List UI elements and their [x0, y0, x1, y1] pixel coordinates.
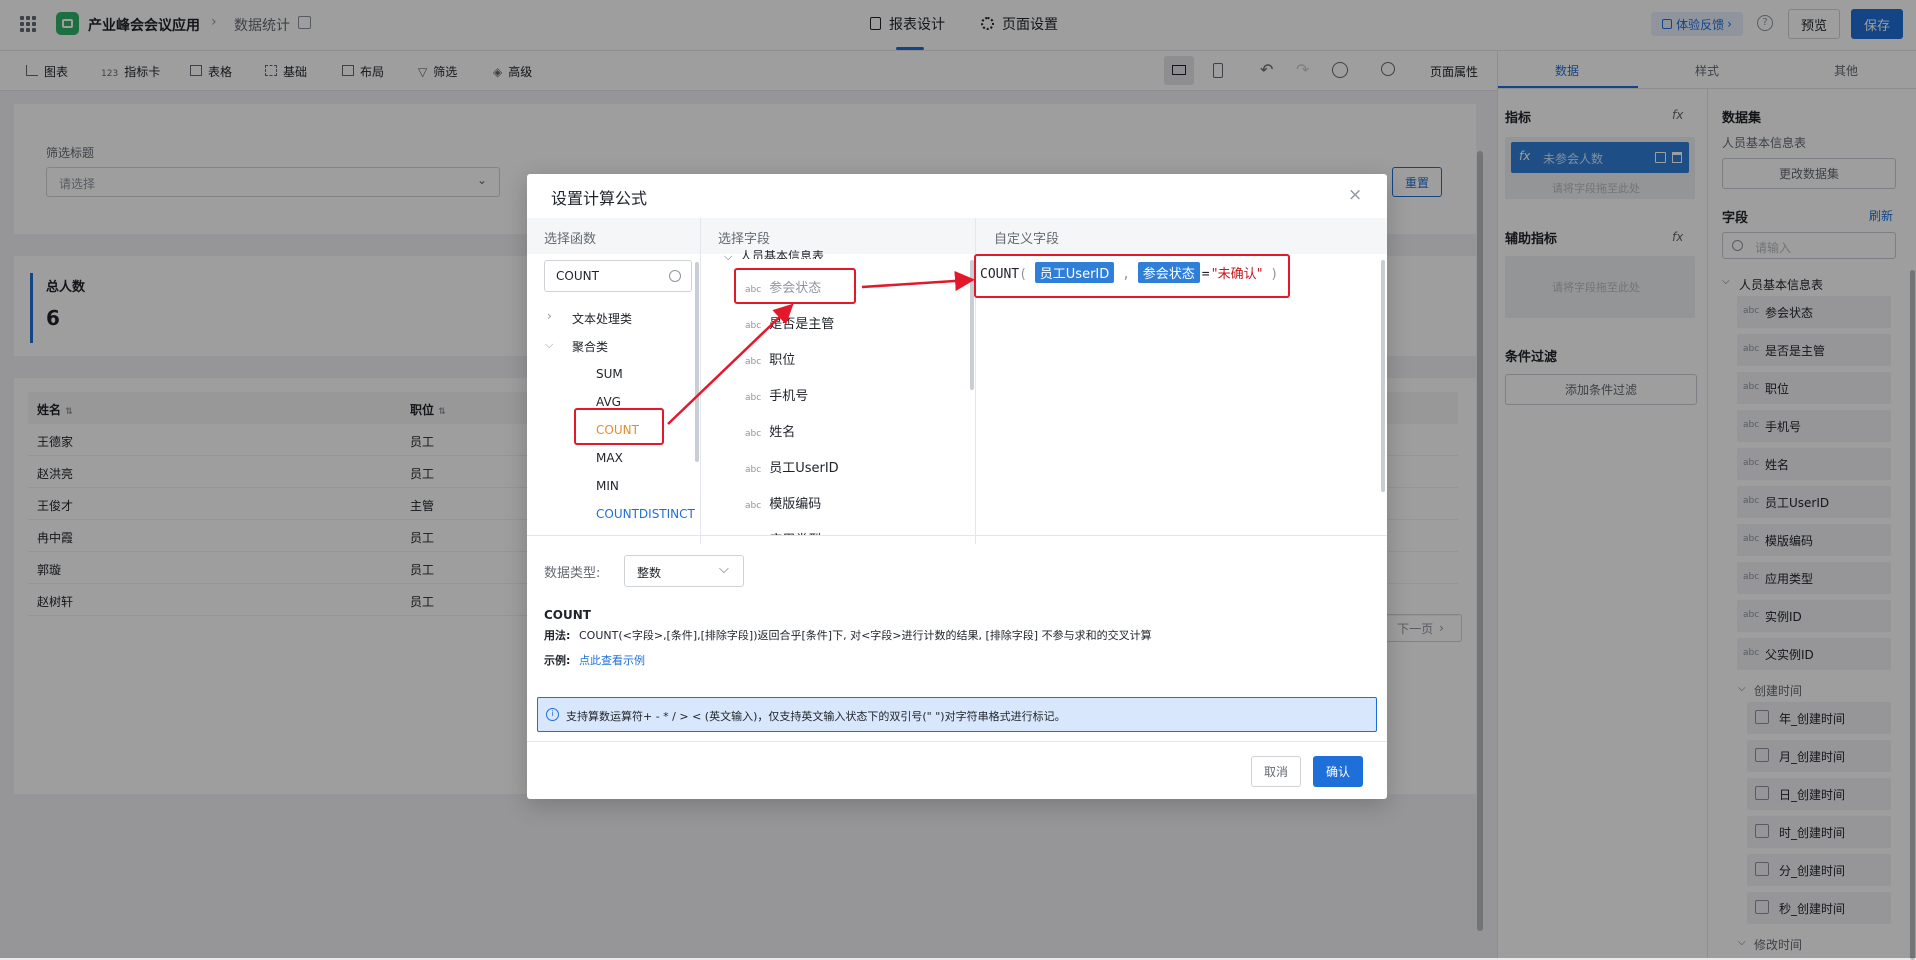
annotation-arrows	[667, 270, 975, 425]
arrow-field-to-formula	[861, 270, 975, 291]
arrow-count-to-field	[667, 303, 794, 425]
